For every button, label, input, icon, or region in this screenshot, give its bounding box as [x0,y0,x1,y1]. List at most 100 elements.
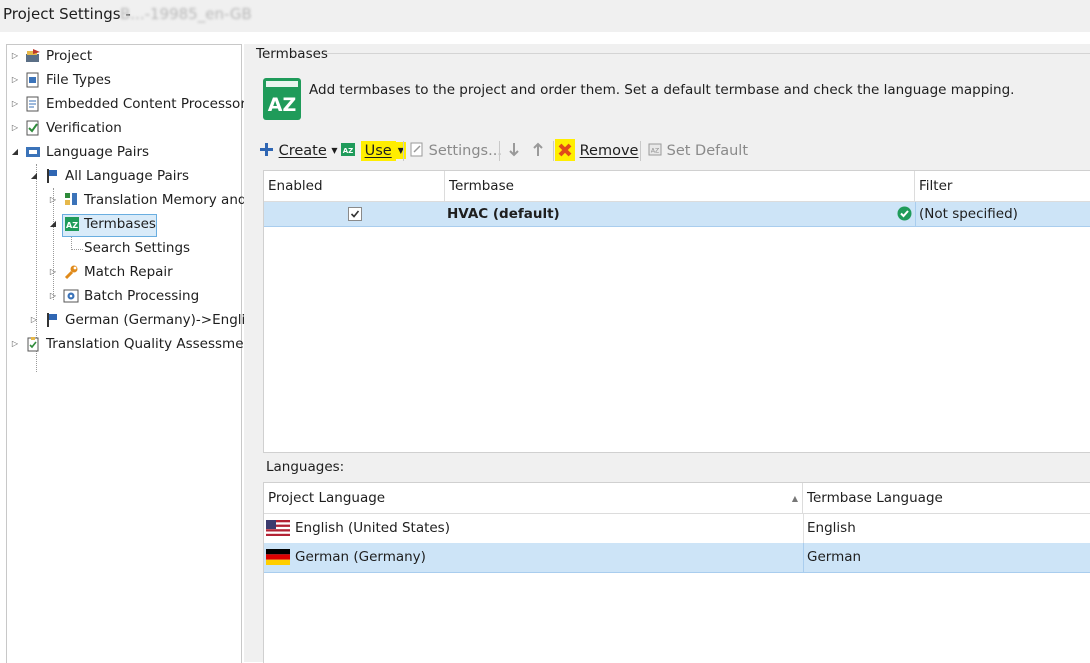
tree-item-translation-memory[interactable]: ▷ Translation Memory and [7,189,247,211]
cell-divider [803,543,804,572]
tree-item-project[interactable]: ▷ Project [7,45,239,67]
section-divider [326,53,1090,54]
table-row[interactable]: HVAC (default) (Not specified) [264,202,1090,227]
settings-label: Settings... [428,143,502,159]
tree-item-file-types[interactable]: ▷ File Types [7,69,239,91]
flag-icon [47,313,57,327]
termbase-small-icon: AZ [341,143,355,156]
tree-item-label: Search Settings [84,240,191,256]
de-flag-icon [266,549,290,565]
flag-icon [47,169,57,183]
tree-item-match-repair[interactable]: ▷ Match Repair [7,261,239,283]
languages-grid[interactable]: Project Language ▲ Termbase Language Eng… [263,482,1090,663]
clipboard-check-icon [27,337,39,352]
cell-divider [915,202,916,226]
expand-arrow-icon[interactable]: ▷ [49,261,57,283]
expand-arrow-icon[interactable]: ▷ [11,333,19,355]
settings-doc-icon [410,142,423,157]
tree-item-label: Verification [46,120,122,136]
tree-item-label: Language Pairs [46,144,150,160]
collapse-arrow-icon[interactable]: ◢ [30,165,38,187]
arrow-up-icon [533,142,543,156]
language-pairs-icon [26,147,40,157]
translation-memory-icon [65,193,77,205]
expand-arrow-icon[interactable]: ▷ [11,45,19,67]
project-icon [26,49,40,62]
tree-item-german-english-pair[interactable]: ▷ German (Germany)->Englis [7,309,252,331]
termbase-icon: AZ [65,217,79,231]
tree-item-label: File Types [46,72,111,88]
column-header-termbase-language[interactable]: Termbase Language [803,483,1090,514]
tree-item-translation-quality[interactable]: ▷ Translation Quality Assessmen [7,333,252,355]
project-language-cell: German (Germany) [295,549,426,565]
plus-icon [260,143,273,156]
termbases-grid[interactable]: Enabled Termbase Filter HVAC (default) (… [263,170,1090,453]
column-header-project-language[interactable]: Project Language ▲ [264,483,803,514]
cell-divider [803,514,804,543]
settings-button[interactable]: Settings... [410,139,502,163]
tree-item-language-pairs[interactable]: ◢ Language Pairs [7,141,239,163]
set-default-label: Set Default [666,143,749,159]
expand-arrow-icon[interactable]: ▷ [11,93,19,115]
tree-item-label: Batch Processing [84,288,200,304]
tree-item-embedded-content[interactable]: ▷ Embedded Content Processor [7,93,246,115]
dropdown-caret-icon[interactable]: ▼ [395,142,406,159]
tree-item-label: Translation Memory and [84,192,247,208]
move-up-button[interactable] [531,139,545,163]
remove-x-icon [558,143,572,157]
termbase-language-cell: English [807,520,856,536]
column-header-termbase[interactable]: Termbase [445,171,915,202]
svg-text:AZ: AZ [268,94,296,116]
column-header-filter[interactable]: Filter [915,171,1090,202]
svg-text:AZ: AZ [66,221,78,230]
use-label: Use [360,141,396,161]
tree-item-label: Project [46,48,93,64]
expand-arrow-icon[interactable]: ▷ [49,285,57,307]
status-ok-icon [897,206,912,221]
collapse-arrow-icon[interactable]: ◢ [49,213,57,235]
expand-arrow-icon[interactable]: ▷ [30,309,38,331]
tree-item-verification[interactable]: ▷ Verification [7,117,239,139]
termbase-language-cell: German [807,549,862,565]
dropdown-caret-icon[interactable]: ▼ [331,146,337,155]
table-row[interactable]: German (Germany) German [264,543,1090,573]
us-flag-icon [266,520,290,536]
sort-ascending-icon: ▲ [791,494,798,503]
remove-button[interactable]: Remove [555,139,638,163]
collapse-arrow-icon[interactable]: ◢ [11,141,19,163]
create-button[interactable]: Create ▼ [259,139,338,163]
create-label: Create [278,143,327,159]
enabled-checkbox[interactable] [348,207,362,221]
section-description: Add termbases to the project and order t… [309,82,1015,98]
termbase-name: HVAC (default) [447,206,560,222]
toolbar-separator [640,141,641,161]
column-header-enabled[interactable]: Enabled [264,171,445,202]
svg-text:AZ: AZ [343,147,354,155]
remove-label: Remove [579,143,639,159]
languages-label: Languages: [266,459,345,475]
set-default-button[interactable]: AZ Set Default [648,139,748,163]
toolbar-separator [403,141,404,161]
tree-item-label: German (Germany)->Englis [65,312,253,328]
tree-item-termbases[interactable]: ◢ AZ Termbases [7,213,239,235]
use-button[interactable]: AZ Use ▼ [341,139,406,163]
tree-item-all-language-pairs[interactable]: ◢ All Language Pairs [7,165,239,187]
tree-item-search-settings[interactable]: Search Settings [7,237,239,259]
tree-item-label: Termbases [84,216,156,232]
tree-item-batch-processing[interactable]: ▷ Batch Processing [7,285,239,307]
file-types-icon [26,72,39,88]
move-down-button[interactable] [507,139,521,163]
window-title-project-name: B...-19985_en-GB [120,5,252,23]
tree-item-label: Match Repair [84,264,173,280]
tree-item-label: Embedded Content Processor [46,96,246,112]
remove-icon-highlight [555,139,575,161]
wrench-icon [64,265,78,280]
toolbar-separator [499,141,500,161]
expand-arrow-icon[interactable]: ▷ [11,69,19,91]
embedded-content-icon [26,96,39,112]
batch-processing-icon [63,289,79,303]
settings-tree[interactable]: ▷ Project ▷ File Types ▷ Embedded Conten… [6,44,252,663]
table-row[interactable]: English (United States) English [264,514,1090,544]
expand-arrow-icon[interactable]: ▷ [11,117,19,139]
expand-arrow-icon[interactable]: ▷ [49,189,57,211]
